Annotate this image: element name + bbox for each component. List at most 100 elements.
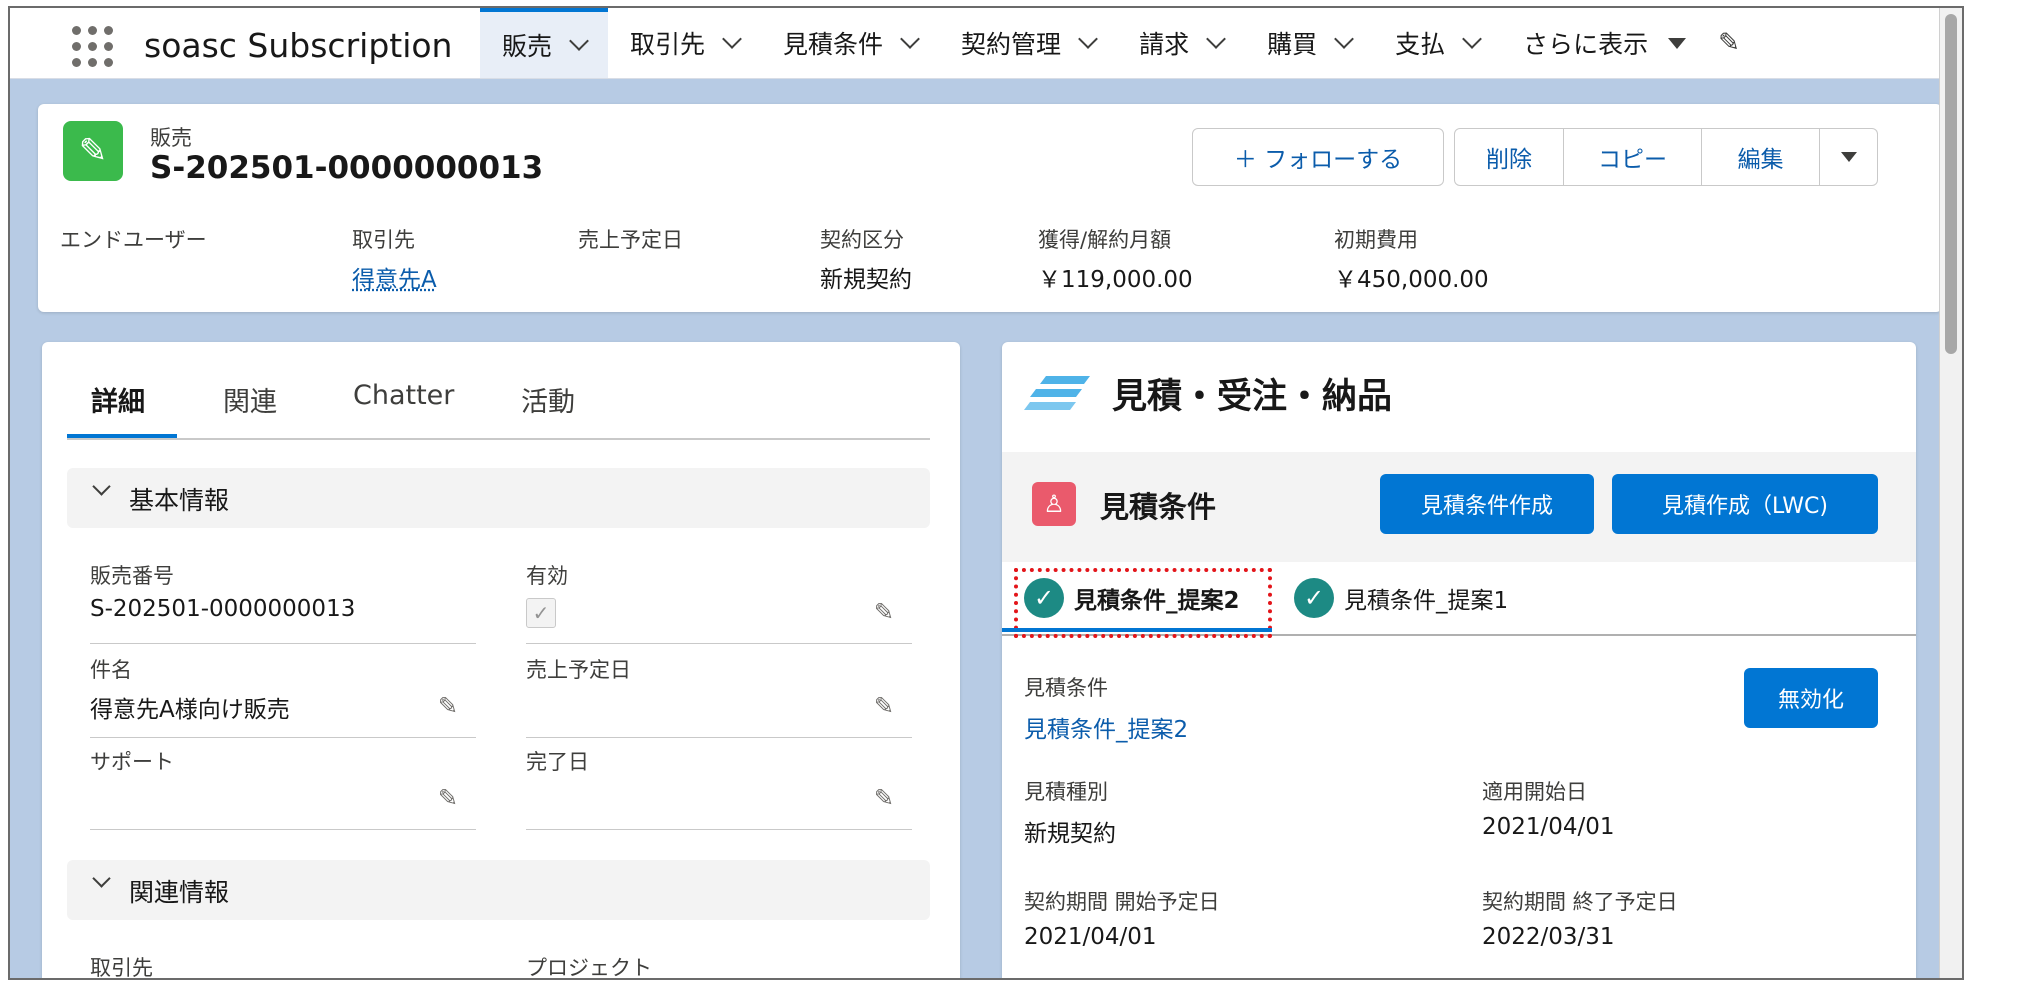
field-label: 取引先 (90, 956, 153, 980)
copy-button[interactable]: コピー (1564, 128, 1702, 186)
field-value (90, 782, 476, 812)
field-value: S-202501-0000000013 (90, 596, 356, 622)
tab-proposal-2[interactable]: ✓ 見積条件_提案2 (1024, 576, 1240, 620)
field-label: 見積条件 (1024, 676, 1108, 700)
highlight-end-user: エンドユーザー (60, 224, 207, 260)
tab-chatter[interactable]: Chatter (353, 380, 454, 411)
follow-group: ＋ フォローする (1192, 128, 1444, 186)
nav-tab-billing[interactable]: 請求 (1117, 8, 1245, 78)
create-quote-lwc-button[interactable]: 見積作成（LWC) (1612, 474, 1878, 534)
quote-condition-header: ♙ 見積条件 見積条件作成 見積作成（LWC) (1002, 452, 1916, 562)
pencil-icon[interactable]: ✎ (874, 692, 894, 720)
pencil-icon[interactable]: ✎ (438, 692, 458, 720)
chevron-down-icon[interactable] (722, 29, 742, 49)
nav-tab-quote-conditions[interactable]: 見積条件 (761, 8, 939, 78)
field-value: 2021/04/01 (1024, 924, 1157, 950)
global-nav: soasc Subscription 販売 取引先 見積条件 契約管理 請求 購… (10, 8, 1942, 79)
pencil-icon[interactable]: ✎ (1718, 28, 1740, 58)
edit-nav-button[interactable]: ✎ (1708, 8, 1750, 78)
nav-tab-accounts[interactable]: 取引先 (608, 8, 761, 78)
tab-label: 見積条件_提案2 (1074, 588, 1240, 614)
caret-down-icon (1840, 152, 1857, 162)
field-value: ￥450,000.00 (1334, 267, 1489, 293)
quote-condition-link[interactable]: 見積条件_提案2 (1024, 710, 1188, 744)
nav-more[interactable]: さらに表示 (1501, 8, 1708, 78)
field-apply-start: 適用開始日 2021/04/01 (1482, 776, 1615, 840)
field-label: 適用開始日 (1482, 780, 1587, 804)
quote-card: 見積・受注・納品 ♙ 見積条件 見積条件作成 見積作成（LWC) ✓ 見積条件_… (1002, 342, 1916, 978)
account-link[interactable]: 得意先A (352, 260, 437, 294)
field-sales-number: 販売番号 S-202501-0000000013 (90, 560, 476, 644)
section-related-info[interactable]: 関連情報 (67, 860, 930, 920)
field-label: プロジェクト (526, 956, 652, 980)
delete-button[interactable]: 削除 (1454, 128, 1564, 186)
app-name: soasc Subscription (144, 26, 453, 65)
nav-tab-payments[interactable]: 支払 (1373, 8, 1501, 78)
divider (526, 829, 912, 830)
pencil-icon[interactable]: ✎ (438, 784, 458, 812)
section-basic-info[interactable]: 基本情報 (67, 468, 930, 528)
field-label: 販売番号 (90, 564, 174, 588)
field-label: 件名 (90, 658, 132, 682)
field-label: 売上予定日 (526, 658, 631, 682)
sales-record-icon: ✎ (63, 121, 123, 181)
quote-condition-tabs: ✓ 見積条件_提案2 ✓ 見積条件_提案1 (1002, 562, 1916, 638)
tab-related[interactable]: 関連 (223, 380, 277, 419)
chevron-down-icon[interactable] (1334, 29, 1354, 49)
section-title: 基本情報 (129, 486, 230, 515)
tab-proposal-1[interactable]: ✓ 見積条件_提案1 (1294, 576, 1508, 620)
field-quote-condition: 見積条件 見積条件_提案2 (1024, 672, 1188, 744)
stamp-icon: ♙ (1032, 482, 1076, 526)
field-label: 契約期間 終了予定日 (1482, 890, 1678, 914)
field-account: 取引先 (90, 952, 476, 980)
active-checkbox: ✓ (526, 598, 556, 628)
active-tab-indicator (67, 434, 177, 438)
field-sales-date: 売上予定日 ✎ (526, 654, 912, 738)
vertical-scrollbar[interactable] (1939, 8, 1962, 978)
chevron-down-icon[interactable] (900, 29, 920, 49)
detail-tabs: 詳細 関連 Chatter 活動 (67, 372, 930, 440)
divider (526, 643, 912, 644)
nav-tab-contracts[interactable]: 契約管理 (939, 8, 1117, 78)
nav-tab-label: 取引先 (630, 30, 706, 59)
tab-label: 見積条件_提案1 (1344, 588, 1509, 614)
highlight-initial-fee: 初期費用 ￥450,000.00 (1334, 224, 1489, 294)
chevron-down-icon[interactable] (569, 31, 589, 51)
tab-activity[interactable]: 活動 (521, 380, 575, 419)
tab-detail[interactable]: 詳細 (91, 380, 145, 419)
nav-tab-label: 請求 (1139, 30, 1190, 59)
field-support: サポート ✎ (90, 746, 476, 830)
field-project: プロジェクト (526, 952, 912, 980)
nav-tab-purchasing[interactable]: 購買 (1245, 8, 1373, 78)
field-label: 初期費用 (1334, 228, 1418, 252)
create-quote-condition-button[interactable]: 見積条件作成 (1380, 474, 1594, 534)
check-circle-icon: ✓ (1294, 578, 1334, 618)
field-value (526, 782, 912, 812)
nav-tab-label: 見積条件 (783, 30, 884, 59)
chevron-down-icon[interactable] (1462, 29, 1483, 49)
pencil-icon[interactable]: ✎ (874, 598, 894, 626)
nav-tab-label: 契約管理 (961, 30, 1062, 59)
divider (90, 737, 476, 738)
pencil-icon[interactable]: ✎ (874, 784, 894, 812)
field-completion-date: 完了日 ✎ (526, 746, 912, 830)
field-value: 2022/03/31 (1482, 924, 1615, 950)
divider (90, 643, 476, 644)
field-subject: 件名 得意先A様向け販売 ✎ (90, 654, 476, 738)
section-title: 関連情報 (129, 878, 230, 907)
chevron-down-icon[interactable] (1206, 29, 1226, 49)
disable-button[interactable]: 無効化 (1744, 668, 1878, 728)
edit-button[interactable]: 編集 (1702, 128, 1820, 186)
quote-condition-title: 見積条件 (1100, 490, 1217, 524)
field-value: 得意先A様向け販売 (90, 697, 290, 723)
follow-button[interactable]: ＋ フォローする (1192, 128, 1444, 186)
more-actions-button[interactable] (1820, 128, 1878, 186)
chevron-down-icon[interactable] (1078, 29, 1098, 49)
app-launcher-icon[interactable] (72, 26, 114, 68)
record-type: 販売 (150, 126, 192, 150)
divider (90, 829, 476, 830)
field-value: 新規契約 (820, 267, 912, 293)
scrollbar-thumb[interactable] (1945, 14, 1957, 354)
caret-down-icon[interactable] (1668, 37, 1687, 49)
nav-tab-sales[interactable]: 販売 (480, 8, 609, 78)
